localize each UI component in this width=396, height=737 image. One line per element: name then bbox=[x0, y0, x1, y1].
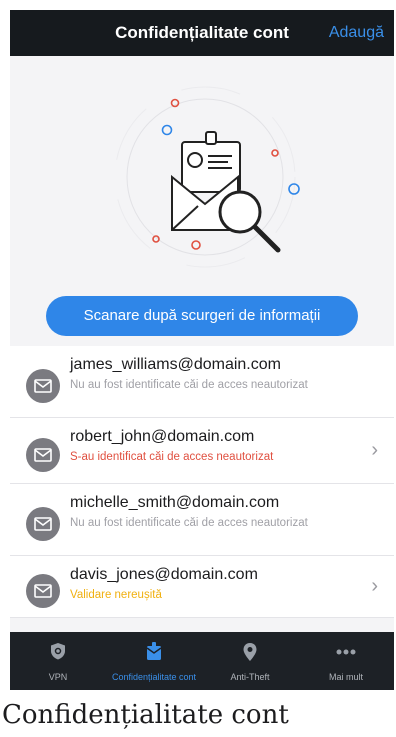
tab-label: Mai mult bbox=[328, 672, 363, 682]
tab-label: VPN bbox=[48, 672, 68, 682]
account-row[interactable]: michelle_smith@domain.com Nu au fost iden… bbox=[10, 484, 394, 556]
app-screen: Confidențialitate cont Adaugă Scanare du… bbox=[10, 10, 394, 690]
mail-icon bbox=[26, 507, 60, 541]
account-email: davis_jones@domain.com bbox=[70, 566, 258, 583]
chevron-right-icon: › bbox=[371, 439, 378, 461]
header-bar: Confidențialitate cont Adaugă bbox=[10, 10, 394, 56]
more-dots-icon bbox=[298, 642, 394, 662]
mail-icon bbox=[26, 369, 60, 403]
account-privacy-icon bbox=[106, 642, 202, 662]
account-email: michelle_smith@domain.com bbox=[70, 494, 280, 511]
account-status: S-au identificat căi de acces neautoriza… bbox=[70, 451, 274, 463]
mail-icon bbox=[26, 438, 60, 472]
tab-label: Confidențialitate cont bbox=[111, 672, 197, 682]
shield-icon bbox=[10, 642, 106, 662]
add-button[interactable]: Adaugă bbox=[329, 10, 384, 56]
account-status: Validare nereușită bbox=[70, 589, 162, 601]
account-list: james_williams@domain.com Nu au fost iden… bbox=[10, 346, 394, 618]
tab-more[interactable]: Mai mult bbox=[298, 632, 394, 690]
account-status: Nu au fost identificate căi de acces nea… bbox=[70, 517, 308, 529]
page-caption: Confidențialitate cont bbox=[2, 700, 289, 730]
chevron-right-icon: › bbox=[371, 575, 378, 597]
account-row[interactable]: davis_jones@domain.com Validare nereușită… bbox=[10, 556, 394, 618]
account-status: Nu au fost identificate căi de acces nea… bbox=[70, 379, 308, 391]
account-email: robert_john@domain.com bbox=[70, 428, 255, 445]
tab-vpn[interactable]: VPN bbox=[10, 632, 106, 690]
hero-section: Scanare după scurgeri de informații bbox=[10, 56, 394, 346]
tab-account-privacy[interactable]: Confidențialitate cont bbox=[106, 632, 202, 690]
account-row[interactable]: james_williams@domain.com Nu au fost iden… bbox=[10, 346, 394, 418]
tab-label: Anti-Theft bbox=[230, 672, 270, 682]
scan-leaks-button[interactable]: Scanare după scurgeri de informații bbox=[46, 296, 358, 336]
tab-anti-theft[interactable]: Anti-Theft bbox=[202, 632, 298, 690]
email-scan-illustration bbox=[114, 86, 300, 268]
bottom-tab-bar: VPN Confidențialitate cont Anti-Theft Ma… bbox=[10, 632, 394, 690]
mail-icon bbox=[26, 574, 60, 608]
location-pin-icon bbox=[202, 642, 298, 662]
account-row[interactable]: robert_john@domain.com S-au identificat c… bbox=[10, 418, 394, 484]
account-email: james_williams@domain.com bbox=[70, 356, 281, 373]
